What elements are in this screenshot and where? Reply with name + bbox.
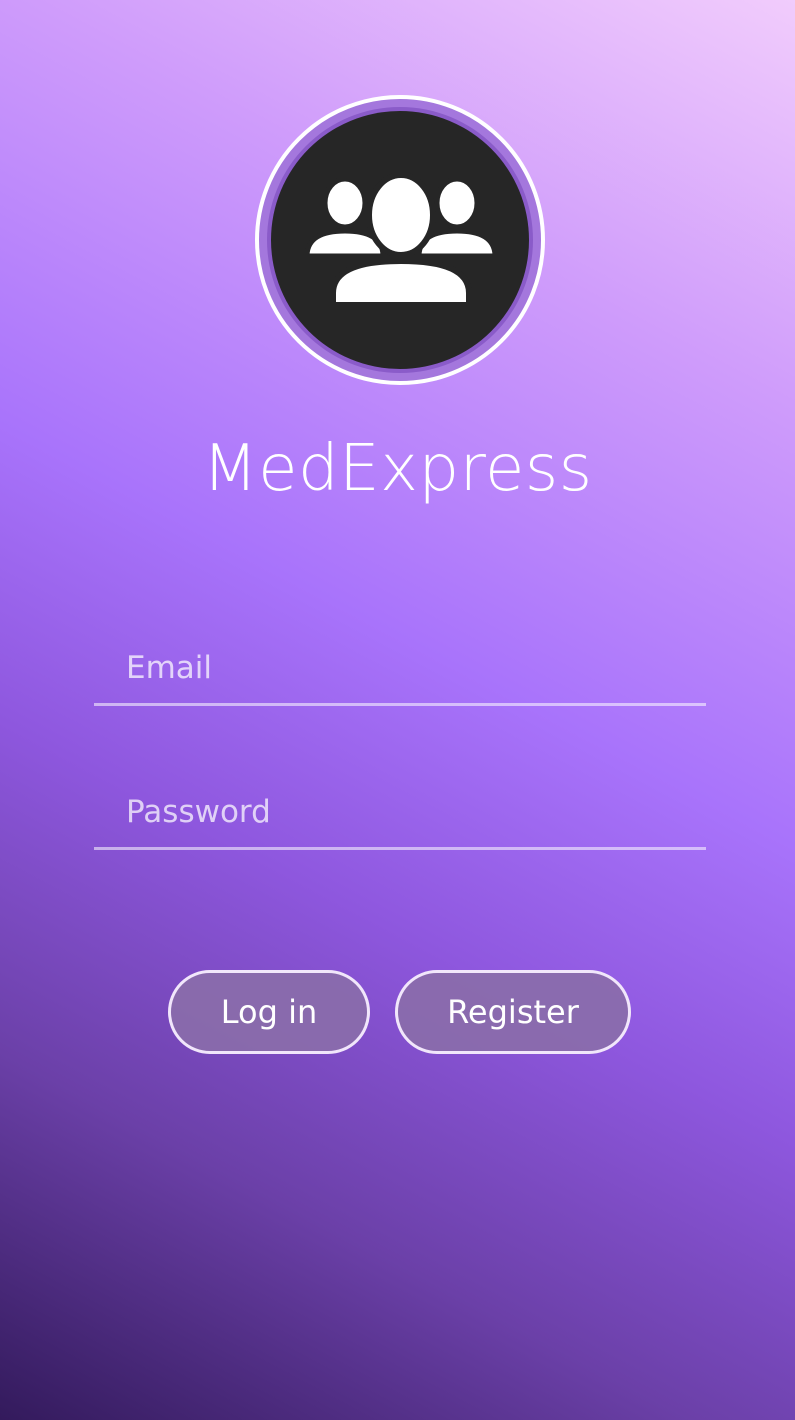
register-button[interactable]: Register (395, 970, 631, 1054)
users-group-icon (271, 111, 529, 369)
email-field-container (94, 632, 706, 706)
login-button[interactable]: Log in (168, 970, 370, 1054)
email-field[interactable] (94, 632, 706, 703)
password-field-container (94, 776, 706, 850)
login-screen: MedExpress Log in Register (0, 0, 795, 1420)
app-title: MedExpress (202, 432, 593, 506)
password-field[interactable] (94, 776, 706, 847)
